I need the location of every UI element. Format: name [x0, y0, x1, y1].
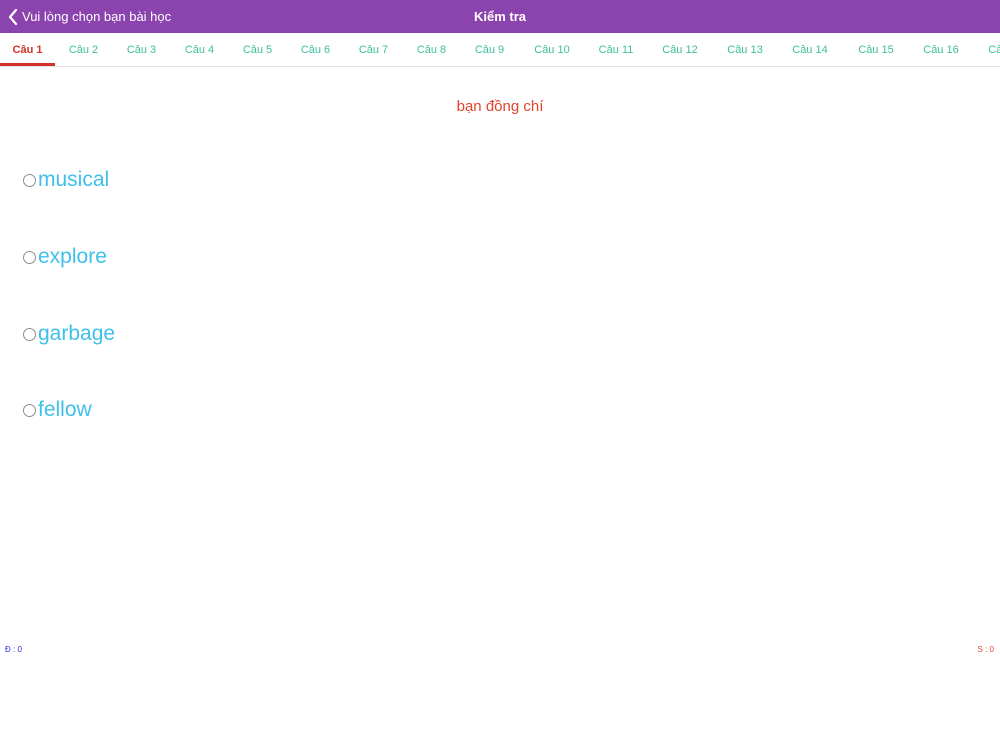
- chevron-left-icon: [8, 8, 18, 25]
- tab-cau-6[interactable]: Câu 6: [288, 33, 343, 66]
- question-tab-bar: Câu 1 Câu 2 Câu 3 Câu 4 Câu 5 Câu 6 Câu …: [0, 33, 1000, 67]
- back-button[interactable]: Vui lòng chọn bạn bài học: [8, 0, 171, 33]
- tab-cau-15[interactable]: Câu 15: [845, 33, 907, 66]
- answer-option[interactable]: fellow: [23, 397, 92, 423]
- question-text: bạn đồng chí: [456, 98, 544, 115]
- tab-cau-1[interactable]: Câu 1: [0, 33, 55, 66]
- answer-option-label: garbage: [38, 322, 116, 345]
- correct-count: Đ : 0: [5, 645, 22, 654]
- radio-unchecked-icon[interactable]: [23, 173, 36, 187]
- tab-cau-2[interactable]: Câu 2: [56, 33, 111, 66]
- tab-cau-3[interactable]: Câu 3: [114, 33, 169, 66]
- radio-unchecked-icon[interactable]: [23, 403, 36, 417]
- tab-cau-4[interactable]: Câu 4: [172, 33, 227, 66]
- tab-cau-16[interactable]: Câu 16: [910, 33, 972, 66]
- radio-unchecked-icon[interactable]: [23, 327, 36, 341]
- tab-cau-9[interactable]: Câu 9: [462, 33, 517, 66]
- tab-cau-17[interactable]: Câu 17: [975, 33, 1000, 66]
- tab-cau-14[interactable]: Câu 14: [779, 33, 841, 66]
- tab-cau-8[interactable]: Câu 8: [404, 33, 459, 66]
- answer-option[interactable]: garbage: [23, 321, 115, 347]
- tab-cau-5[interactable]: Câu 5: [230, 33, 285, 66]
- tab-cau-7[interactable]: Câu 7: [346, 33, 401, 66]
- radio-unchecked-icon[interactable]: [23, 250, 36, 264]
- answer-option[interactable]: explore: [23, 244, 107, 270]
- tab-cau-13[interactable]: Câu 13: [714, 33, 776, 66]
- tab-cau-10[interactable]: Câu 10: [521, 33, 583, 66]
- answer-option-label: musical: [38, 168, 110, 191]
- active-tab-indicator: [0, 63, 55, 66]
- tab-cau-11[interactable]: Câu 11: [585, 33, 647, 66]
- answer-option-label: fellow: [38, 398, 92, 421]
- back-button-label: Vui lòng chọn bạn bài học: [22, 9, 172, 24]
- tab-cau-12[interactable]: Câu 12: [649, 33, 711, 66]
- navigation-bar: Vui lòng chọn bạn bài học Kiểm tra: [0, 0, 1000, 33]
- answer-option-label: explore: [38, 245, 107, 268]
- answer-option[interactable]: musical: [23, 167, 109, 193]
- wrong-count: S : 0: [977, 645, 994, 654]
